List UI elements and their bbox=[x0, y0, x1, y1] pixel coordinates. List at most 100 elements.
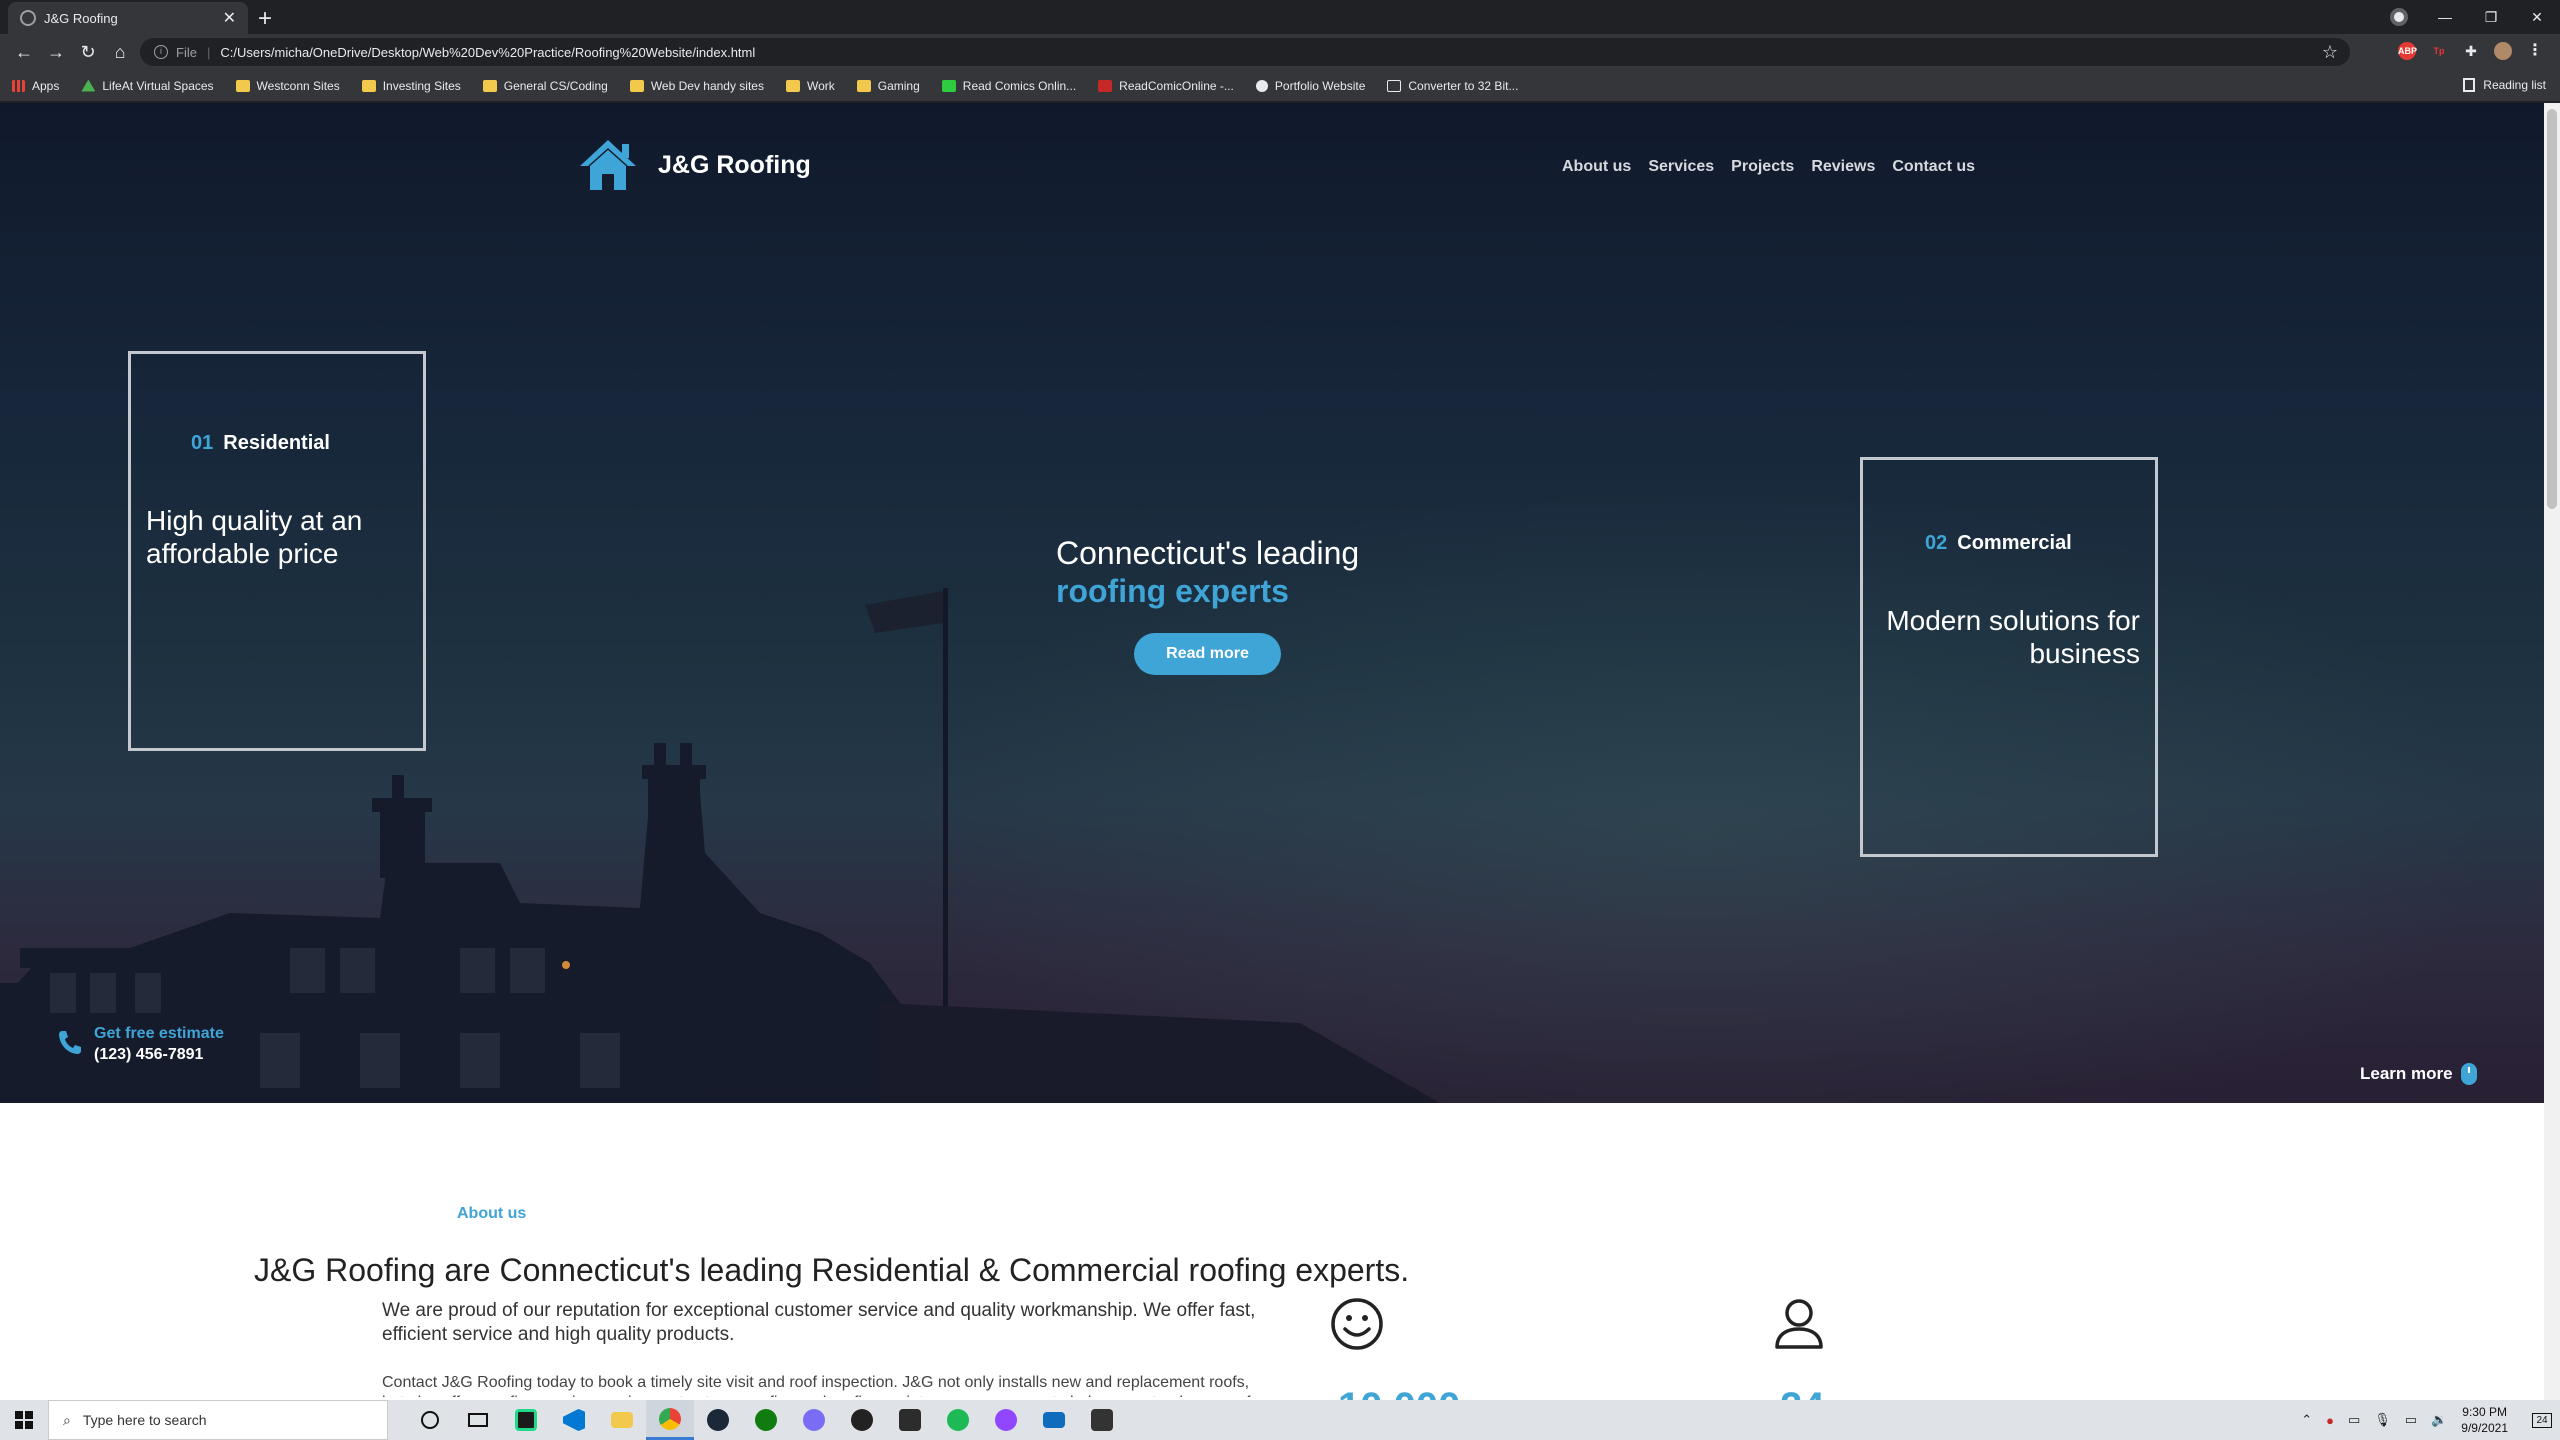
nav-reviews[interactable]: Reviews bbox=[1811, 158, 1875, 176]
url-text[interactable]: C:/Users/micha/OneDrive/Desktop/Web%20De… bbox=[220, 45, 755, 60]
about-paragraph-2: Contact J&G Roofing today to book a time… bbox=[382, 1374, 1259, 1397]
nav-services[interactable]: Services bbox=[1648, 158, 1714, 176]
minimize-button[interactable]: — bbox=[2422, 9, 2468, 25]
bookmark-star-icon[interactable]: ☆ bbox=[2322, 42, 2338, 63]
folder-icon bbox=[785, 79, 800, 92]
card-number: 01 bbox=[191, 432, 214, 454]
microphone-icon[interactable]: 🎙 bbox=[2374, 1412, 2391, 1428]
new-tab-button[interactable]: + bbox=[258, 5, 272, 33]
bookmark-folder-westconn[interactable]: Westconn Sites bbox=[235, 79, 340, 93]
about-paragraph-1: We are proud of our reputation for excep… bbox=[382, 1300, 1256, 1345]
bookmark-readcomiconline[interactable]: ReadComicOnline -... bbox=[1098, 79, 1234, 93]
system-tray: ⌃ ● ▭ 🎙 ▭ 🔉 9:30 PM 9/9/2021 24 bbox=[2301, 1400, 2560, 1440]
globe-icon bbox=[20, 10, 36, 26]
nav-about[interactable]: About us bbox=[1562, 158, 1631, 176]
xbox-icon[interactable] bbox=[742, 1400, 790, 1440]
file-explorer-icon[interactable] bbox=[598, 1400, 646, 1440]
portfolio-icon bbox=[1255, 79, 1268, 92]
twitch-icon[interactable] bbox=[982, 1400, 1030, 1440]
learn-more-link[interactable]: Learn more bbox=[2360, 1063, 2477, 1085]
start-button[interactable] bbox=[0, 1400, 48, 1440]
notifications-button[interactable]: 24 bbox=[2524, 1400, 2560, 1440]
nav-contact[interactable]: Contact us bbox=[1892, 158, 1975, 176]
cortana-icon[interactable] bbox=[406, 1400, 454, 1440]
scrollbar-thumb[interactable] bbox=[2547, 109, 2557, 509]
bookmark-folder-investing[interactable]: Investing Sites bbox=[361, 79, 461, 93]
task-view-icon[interactable] bbox=[454, 1400, 502, 1440]
page-viewport: J&G Roofing About us Services Projects R… bbox=[0, 103, 2544, 1400]
folder-icon bbox=[482, 79, 497, 92]
about-section: About us J&G Roofing are Connecticut's l… bbox=[0, 1103, 2544, 1400]
battery-icon[interactable]: ▭ bbox=[2348, 1412, 2360, 1428]
stat-value: 10,000 bbox=[1338, 1385, 1460, 1400]
reading-list-icon bbox=[2463, 78, 2476, 92]
profile-avatar[interactable] bbox=[2494, 42, 2512, 60]
reload-icon[interactable]: ↻ bbox=[72, 42, 104, 63]
tagline-line2: roofing experts bbox=[1056, 573, 1289, 609]
obs-icon[interactable] bbox=[838, 1400, 886, 1440]
bookmark-converter[interactable]: Converter to 32 Bit... bbox=[1387, 79, 1518, 93]
messenger-icon[interactable] bbox=[790, 1400, 838, 1440]
tagline-line1: Connecticut's leading bbox=[1056, 535, 1360, 571]
pycharm-icon[interactable] bbox=[502, 1400, 550, 1440]
close-tab-icon[interactable]: ✕ bbox=[223, 8, 236, 28]
bookmark-lifeat[interactable]: LifeAt Virtual Spaces bbox=[81, 79, 214, 93]
davinci-icon[interactable] bbox=[886, 1400, 934, 1440]
home-icon[interactable]: ⌂ bbox=[104, 42, 136, 63]
tray-overflow-icon[interactable]: ⌃ bbox=[2301, 1412, 2312, 1428]
site-logo[interactable]: J&G Roofing bbox=[578, 138, 811, 192]
steam-icon[interactable] bbox=[694, 1400, 742, 1440]
site-info-icon[interactable]: i bbox=[154, 45, 168, 59]
bookmark-portfolio[interactable]: Portfolio Website bbox=[1255, 79, 1365, 93]
mail-icon[interactable] bbox=[1030, 1400, 1078, 1440]
reading-list-button[interactable]: Reading list bbox=[2463, 78, 2546, 92]
menu-kebab-icon[interactable]: ⋮ bbox=[2526, 42, 2544, 60]
volume-icon[interactable]: 🔉 bbox=[2431, 1412, 2447, 1428]
read-more-button[interactable]: Read more bbox=[1134, 633, 1281, 675]
commercial-card[interactable]: 02 Commercial Modern solutions for busin… bbox=[1860, 457, 2158, 857]
card-heading: 02 Commercial bbox=[1925, 532, 2072, 555]
antivirus-icon[interactable]: ● bbox=[2326, 1413, 2334, 1428]
extension-icons: ABP Tp ✚ ⋮ bbox=[2398, 42, 2544, 60]
card-number: 02 bbox=[1925, 532, 1948, 554]
lifeat-icon bbox=[81, 79, 96, 92]
vscode-icon[interactable] bbox=[550, 1400, 598, 1440]
converter-icon bbox=[1387, 79, 1402, 92]
taskbar-search[interactable]: ⌕ Type here to search bbox=[48, 1400, 388, 1440]
puzzle-extensions-icon[interactable]: ✚ bbox=[2462, 42, 2480, 60]
user-icon bbox=[1775, 1299, 1823, 1349]
tab-search-icon[interactable] bbox=[2390, 8, 2408, 26]
chrome-icon[interactable] bbox=[646, 1400, 694, 1440]
nav-projects[interactable]: Projects bbox=[1731, 158, 1794, 176]
clock[interactable]: 9:30 PM 9/9/2021 bbox=[2461, 1404, 2508, 1436]
scroll-mouse-icon bbox=[2460, 1063, 2477, 1085]
bookmark-read-comics[interactable]: Read Comics Onlin... bbox=[941, 79, 1076, 93]
close-window-button[interactable]: ✕ bbox=[2514, 9, 2560, 26]
store-icon[interactable] bbox=[1078, 1400, 1126, 1440]
bookmark-folder-work[interactable]: Work bbox=[785, 79, 835, 93]
free-estimate[interactable]: Get free estimate (123) 456-7891 bbox=[58, 1025, 224, 1064]
card-description: Modern solutions for business bbox=[1886, 605, 2140, 669]
network-icon[interactable]: ▭ bbox=[2405, 1412, 2417, 1428]
folder-icon bbox=[629, 79, 644, 92]
browser-tab[interactable]: J&G Roofing ✕ bbox=[8, 2, 248, 34]
windows-logo-icon bbox=[15, 1411, 33, 1429]
search-placeholder: Type here to search bbox=[82, 1412, 207, 1428]
restore-button[interactable]: ❐ bbox=[2468, 9, 2514, 26]
bookmark-folder-webdev[interactable]: Web Dev handy sites bbox=[629, 79, 764, 93]
notification-count: 24 bbox=[2532, 1412, 2552, 1428]
tp-extension-icon[interactable]: Tp bbox=[2430, 42, 2448, 60]
back-arrow-icon[interactable]: ← bbox=[8, 42, 40, 63]
address-bar[interactable]: i File | C:/Users/micha/OneDrive/Desktop… bbox=[140, 38, 2350, 66]
page-scrollbar[interactable] bbox=[2544, 103, 2560, 1400]
adblock-icon[interactable]: ABP bbox=[2398, 42, 2417, 60]
phone-number[interactable]: (123) 456-7891 bbox=[94, 1046, 224, 1064]
bookmark-folder-coding[interactable]: General CS/Coding bbox=[482, 79, 608, 93]
card-kind: Commercial bbox=[1957, 532, 2072, 554]
forward-arrow-icon[interactable]: → bbox=[40, 42, 72, 63]
bookmark-folder-gaming[interactable]: Gaming bbox=[856, 79, 920, 93]
bookmark-apps[interactable]: Apps bbox=[12, 79, 59, 93]
residential-card[interactable]: 01 Residential High quality at an afford… bbox=[128, 351, 426, 751]
browser-tabstrip: J&G Roofing ✕ + — ❐ ✕ bbox=[0, 0, 2560, 34]
spotify-icon[interactable] bbox=[934, 1400, 982, 1440]
